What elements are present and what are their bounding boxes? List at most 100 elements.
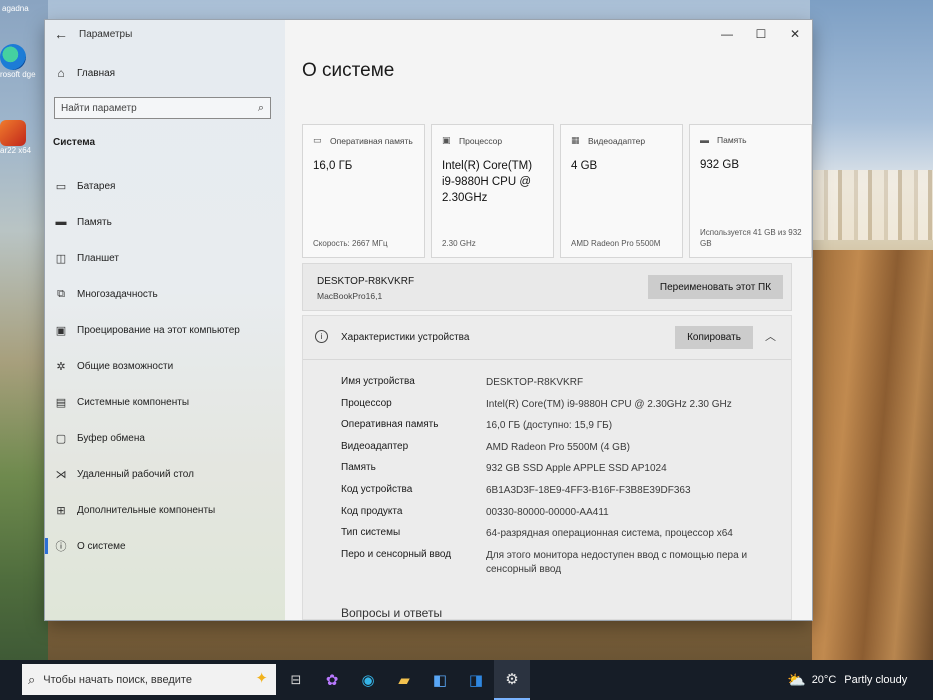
back-arrow-icon[interactable]: ← — [47, 20, 75, 48]
card-storage: ▬ Память 932 GB Используется 41 GB из 932… — [689, 124, 812, 258]
sidebar-item-tablet[interactable]: ◫ Планшет — [45, 240, 285, 276]
ram-icon: ▭ — [313, 135, 322, 145]
partly-cloudy-icon: ⛅ — [787, 672, 806, 689]
spec-value: 932 GB SSD Apple APPLE SSD AP1024 — [486, 463, 667, 475]
desktop-wallpaper-left — [0, 0, 48, 660]
spec-value: Для этого монитора недоступен ввод с пом… — [486, 549, 748, 575]
close-icon[interactable]: ✕ — [778, 20, 812, 48]
sidebar-item-multitasking[interactable]: ⧉ Многозадачность — [45, 276, 285, 312]
card-title: Память — [717, 135, 747, 145]
sidebar-item-projecting[interactable]: ▣ Проецирование на этот компьютер — [45, 312, 285, 348]
sidebar-item-shared-experiences[interactable]: ✲ Общие возможности — [45, 348, 285, 384]
copilot-icon[interactable]: ✿ — [314, 660, 350, 700]
clipboard-icon: ▢ — [55, 432, 67, 445]
spec-value: 16,0 ГБ (доступно: 15,9 ГБ) — [486, 420, 613, 432]
spec-row: Память 932 GB SSD Apple APPLE SSD AP1024 — [341, 460, 781, 482]
pc-model: MacBookPro16,1 — [317, 291, 383, 301]
app-icon — [0, 120, 26, 146]
card-footer: Скорость: 2667 МГц — [313, 239, 388, 248]
card-value: 16,0 ГБ — [313, 160, 353, 172]
sidebar-item-system-components[interactable]: ▤ Системные компоненты — [45, 384, 285, 420]
sidebar-item-battery[interactable]: ▭ Батарея — [45, 168, 285, 204]
multitasking-icon: ⧉ — [57, 287, 65, 300]
sidebar-item-home[interactable]: ⌂ Главная — [45, 62, 285, 84]
edge-icon[interactable]: ◉ — [350, 660, 386, 700]
sidebar-item-storage[interactable]: ▬ Память — [45, 204, 285, 240]
rename-pc-button[interactable]: Переименовать этот ПК — [648, 275, 783, 299]
summary-cards: ▭ Оперативная память 16,0 ГБ Скорость: 26… — [302, 124, 812, 258]
task-view-icon[interactable]: ⊟ — [278, 660, 314, 700]
sparkle-icon: ✦ — [255, 670, 268, 687]
faq-heading[interactable]: Вопросы и ответы — [341, 606, 442, 620]
spec-row: Тип системы 64-разрядная операционная си… — [341, 525, 781, 547]
search-icon: ⌕ — [28, 671, 36, 687]
file-explorer-icon[interactable]: ▰ — [386, 660, 422, 700]
spec-value: 00330-80000-00000-AA411 — [486, 506, 609, 518]
spec-key: Перо и сенсорный ввод — [341, 548, 452, 560]
spec-key: Память — [341, 462, 376, 474]
store-icon[interactable]: ◧ — [422, 660, 458, 700]
device-specs-title: Характеристики устройства — [341, 332, 470, 343]
spec-value: AMD Radeon Pro 5500M (4 GB) — [486, 441, 630, 453]
info-icon: ⓘ — [55, 541, 67, 553]
card-title: Процессор — [459, 135, 503, 146]
spec-value: Intel(R) Core(TM) i9-9880H CPU @ 2.30GHz… — [486, 398, 732, 410]
spec-value: DESKTOP-R8KVKRF — [486, 377, 584, 388]
spec-key: Тип системы — [341, 527, 401, 539]
spec-row: Перо и сенсорный ввод Для этого монитора… — [341, 547, 781, 577]
chevron-up-icon[interactable]: ︿ — [765, 328, 776, 344]
sidebar: ← Параметры ⌂ Главная Найти параметр ⌕ С… — [45, 20, 285, 620]
sidebar-item-label: Главная — [77, 67, 116, 79]
spec-key: Имя устройства — [341, 376, 415, 387]
settings-window: ← Параметры ⌂ Главная Найти параметр ⌕ С… — [45, 20, 812, 620]
wallpaper-town — [812, 170, 933, 240]
page-title: О системе — [302, 60, 395, 81]
spec-value: 6B1A3D3F-18E9-4FF3-B16F-F3B8E39DF363 — [486, 484, 691, 496]
sidebar-item-optional-features[interactable]: ⊞ Дополнительные компоненты — [45, 492, 285, 528]
spec-row: Код продукта 00330-80000-00000-AA411 — [341, 504, 781, 526]
cpu-icon: ▣ — [442, 135, 451, 145]
weather-temperature: 20°C — [811, 674, 837, 686]
device-specs-panel: i Характеристики устройства Копировать ︿… — [302, 315, 792, 620]
device-specs-header[interactable]: i Характеристики устройства Копировать ︿ — [303, 316, 791, 360]
sidebar-item-about[interactable]: ⓘ О системе — [45, 528, 285, 564]
sidebar-item-label: Буфер обмена — [77, 432, 145, 444]
desktop-app-shortcut[interactable]: ar22 x64 — [0, 120, 48, 155]
taskbar-search-placeholder: Чтобы начать поиск, введите — [43, 673, 192, 686]
pc-name: DESKTOP-R8KVKRF — [317, 276, 415, 287]
sidebar-item-label: Удаленный рабочий стол — [77, 468, 194, 480]
taskbar-apps: ⊟ ✿ ◉ ▰ ◧ ◨ ⚙ — [278, 660, 530, 700]
desktop-edge-label: rosoft dge — [0, 70, 36, 79]
desktop-edge-shortcut[interactable]: rosoft dge — [0, 44, 48, 79]
spec-value: 64-разрядная операционная система, проце… — [486, 528, 733, 540]
card-footer: AMD Radeon Pro 5500M — [571, 239, 661, 248]
spec-row: Имя устройства DESKTOP-R8KVKRF — [341, 374, 781, 396]
search-icon: ⌕ — [257, 101, 264, 114]
card-value: 932 GB — [700, 159, 739, 171]
maximize-icon[interactable]: ☐ — [744, 20, 778, 48]
sidebar-item-clipboard[interactable]: ▢ Буфер обмена — [45, 420, 285, 456]
outlook-icon[interactable]: ◨ — [458, 660, 494, 700]
spec-key: Видеоадаптер — [341, 440, 409, 452]
optional-features-icon: ⊞ — [56, 504, 66, 517]
minimize-icon[interactable]: — — [710, 20, 744, 48]
copy-button[interactable]: Копировать — [675, 326, 753, 349]
taskbar-search-input[interactable]: ⌕ Чтобы начать поиск, введите ✦ — [22, 664, 276, 695]
gpu-icon: ▦ — [571, 135, 580, 145]
settings-gear-icon[interactable]: ⚙ — [494, 660, 530, 700]
spec-key: Оперативная память — [341, 419, 439, 431]
spec-key: Процессор — [341, 397, 392, 409]
remote-desktop-icon: ⋊ — [55, 468, 67, 481]
card-title: Оперативная память — [330, 135, 413, 146]
system-tray[interactable]: ⛅ 20°C Partly cloudy — [787, 660, 907, 700]
card-value: Intel(R) Core(TM) i9-9880H CPU @ 2.30GHz — [442, 160, 533, 204]
sidebar-item-label: О системе — [77, 540, 126, 552]
spec-row: Процессор Intel(R) Core(TM) i9-9880H CPU… — [341, 396, 781, 418]
sidebar-item-remote-desktop[interactable]: ⋊ Удаленный рабочий стол — [45, 456, 285, 492]
pc-name-row: DESKTOP-R8KVKRF MacBookPro16,1 Переимено… — [302, 263, 792, 311]
search-input[interactable]: Найти параметр ⌕ — [54, 97, 271, 119]
edge-icon — [0, 44, 26, 70]
card-value: 4 GB — [571, 160, 598, 172]
sidebar-item-label: Память — [77, 216, 112, 228]
spec-key: Код устройства — [341, 483, 413, 495]
